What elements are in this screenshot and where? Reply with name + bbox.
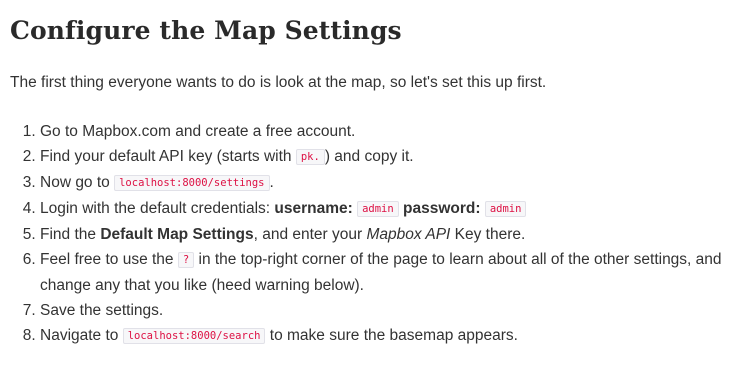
inline-code: admin (357, 201, 399, 217)
step-text: to make sure the basemap appears. (265, 327, 518, 344)
step-text: Key there. (450, 226, 526, 243)
step-text: . (269, 174, 274, 191)
step-text: Find the (40, 226, 101, 243)
step-text: Now go to (40, 174, 115, 191)
intro-paragraph: The first thing everyone wants to do is … (10, 74, 547, 91)
username-label: username: (274, 200, 353, 217)
emphasis-strong: Default Map Settings (100, 226, 254, 243)
step-text: Feel free to use the (40, 251, 178, 268)
list-item: Now go to localhost:8000/settings. (40, 170, 734, 196)
password-label: password: (403, 200, 481, 217)
step-text: Go to Mapbox.com and create a free accou… (40, 123, 356, 140)
list-item: Find the Default Map Settings, and enter… (40, 222, 734, 247)
steps-list: Go to Mapbox.com and create a free accou… (10, 119, 734, 349)
step-text: Save the settings. (40, 302, 164, 319)
inline-code: ? (177, 252, 195, 268)
list-item: Save the settings. (40, 298, 734, 323)
step-text: Navigate to (40, 327, 123, 344)
step-text: ) and copy it. (324, 148, 414, 165)
list-item: Find your default API key (starts with p… (40, 144, 734, 170)
step-text: Login with the default credentials: (40, 200, 275, 217)
inline-code: localhost:8000/search (122, 328, 266, 344)
inline-code: admin (484, 201, 527, 217)
list-item: Login with the default credentials: user… (40, 196, 734, 222)
emphasis-italic: Mapbox API (366, 226, 451, 243)
step-text: , and enter your (253, 226, 367, 243)
list-item: Navigate to localhost:8000/search to mak… (40, 323, 734, 349)
list-item: Feel free to use the ? in the top-right … (40, 247, 734, 298)
list-item: Go to Mapbox.com and create a free accou… (40, 119, 734, 144)
step-text: Find your default API key (starts with (40, 148, 296, 165)
inline-code: localhost:8000/settings (114, 175, 270, 191)
inline-code: pk. (295, 149, 325, 165)
section-heading: Configure the Map Settings (10, 16, 402, 45)
document-content: Configure the Map Settings The first thi… (0, 0, 734, 349)
